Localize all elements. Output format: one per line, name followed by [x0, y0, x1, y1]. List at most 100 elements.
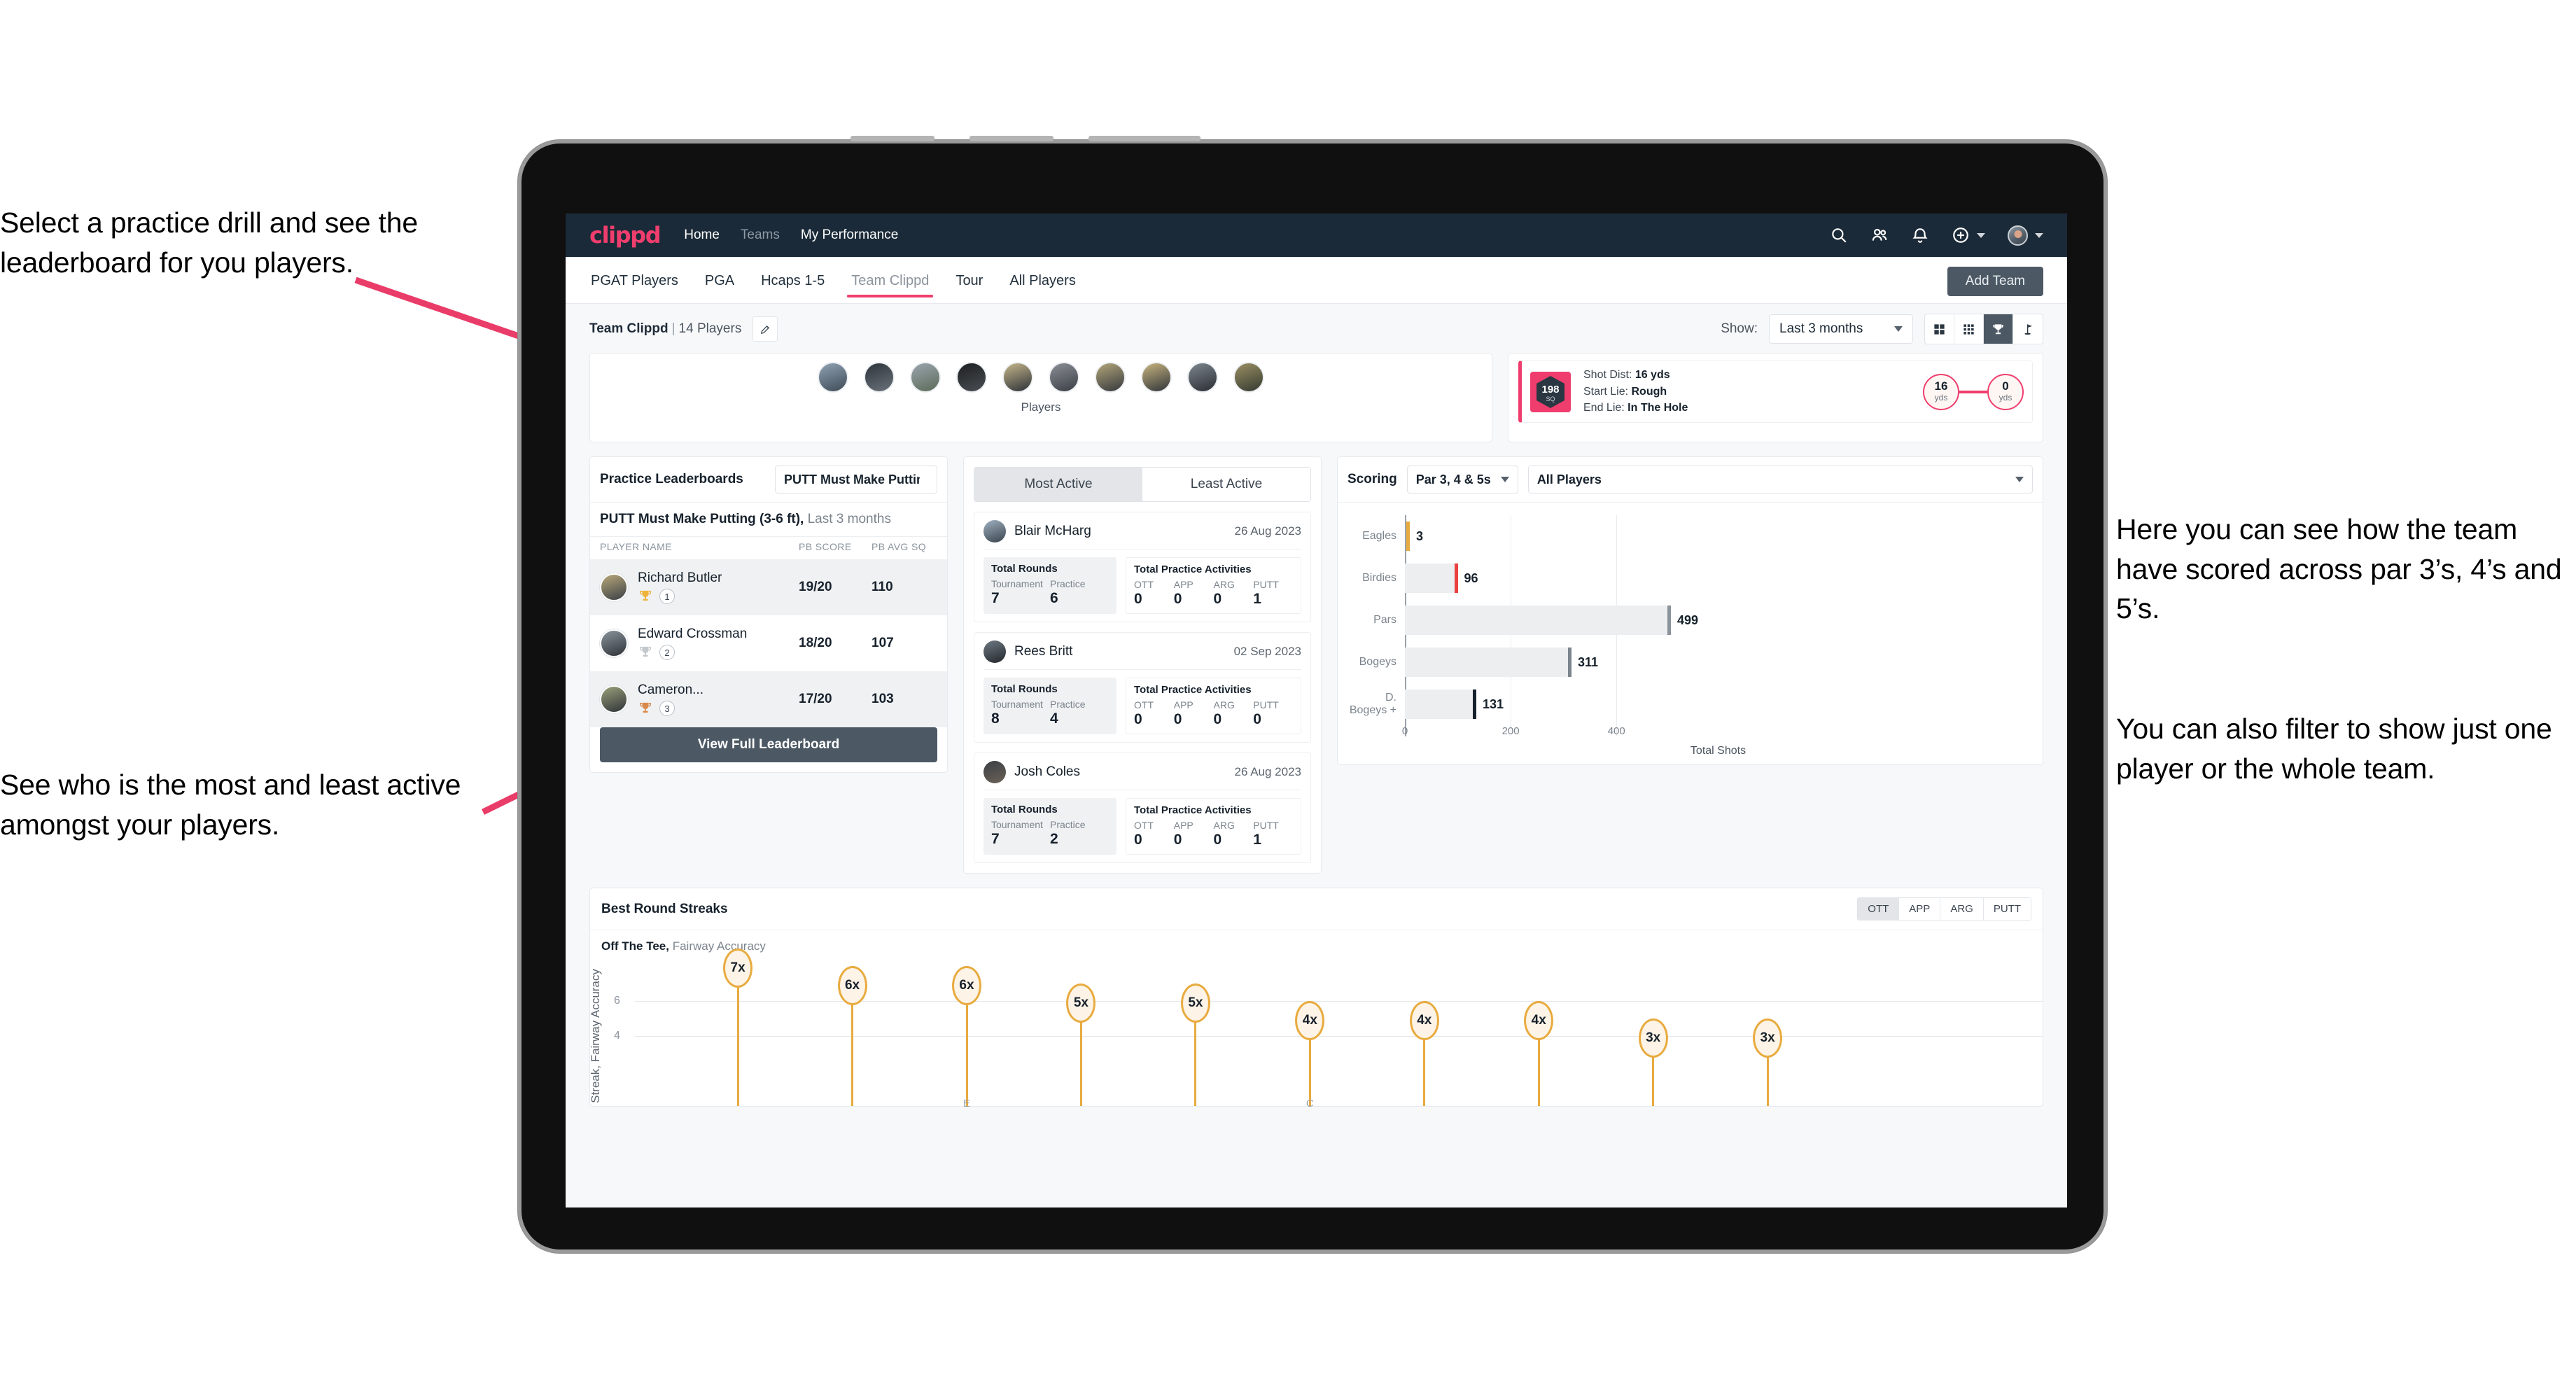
- streak-bubble[interactable]: 5x: [1066, 983, 1096, 1023]
- player-avatar[interactable]: [1095, 362, 1126, 393]
- tab-hcaps-1-5[interactable]: Hcaps 1-5: [760, 259, 826, 302]
- grid-small-icon[interactable]: [1954, 314, 1984, 344]
- view-full-leaderboard-button[interactable]: View Full Leaderboard: [600, 727, 937, 762]
- activity-player-card[interactable]: Rees Britt 02 Sep 2023 Total Rounds Tournam…: [974, 632, 1311, 743]
- bar-value-label: 311: [1577, 654, 1599, 669]
- practice-key: APP: [1173, 820, 1194, 831]
- streak-bubble[interactable]: 4x: [1524, 1001, 1554, 1040]
- streak-bubble[interactable]: 4x: [1409, 1001, 1439, 1040]
- streaks-category-name: Off The Tee,: [601, 939, 669, 953]
- tab-least-active[interactable]: Least Active: [1142, 468, 1310, 501]
- player-avatar[interactable]: [1049, 362, 1079, 393]
- trophy-icon: [640, 590, 651, 601]
- streak-bubble[interactable]: 4x: [1295, 1001, 1325, 1040]
- edit-team-button[interactable]: [752, 316, 778, 342]
- tab-team-clippd[interactable]: Team Clippd: [847, 259, 934, 302]
- nav-item-home[interactable]: Home: [684, 227, 720, 243]
- practice-key: APP: [1173, 699, 1194, 710]
- distance-visual: 16 yds 0 yds: [1923, 373, 2024, 410]
- rounds-value: 7: [991, 590, 1000, 606]
- people-icon[interactable]: [1870, 226, 1889, 244]
- bar-row: Eagles 3: [1349, 515, 2031, 557]
- date-range-select[interactable]: Last 3 months: [1769, 314, 1913, 344]
- bell-icon[interactable]: [1911, 226, 1929, 244]
- leaderboard-row[interactable]: Edward Crossman 2 18/20 107: [590, 615, 947, 671]
- best-round-streaks-card: Best Round Streaks OTT APP ARG PUTT Off …: [589, 888, 2043, 1110]
- tab-pga[interactable]: PGA: [704, 259, 736, 302]
- player-avatar[interactable]: [956, 362, 987, 393]
- grid-large-icon[interactable]: [1925, 314, 1954, 344]
- tab-all-players[interactable]: All Players: [1008, 259, 1077, 302]
- streaks-category-toggle: OTT APP ARG PUTT: [1857, 897, 2031, 920]
- player-avatar[interactable]: [1002, 362, 1033, 393]
- player-name: Blair McHarg: [1014, 524, 1091, 538]
- nav-item-teams[interactable]: Teams: [741, 227, 780, 243]
- screenshot-root: Select a practice drill and see the lead…: [0, 0, 2576, 1386]
- player-avatar[interactable]: [1187, 362, 1218, 393]
- subheader-controls: Show: Last 3 months: [1721, 314, 2043, 344]
- trophy-icon[interactable]: [1984, 314, 2013, 344]
- streak-bubble[interactable]: 3x: [1638, 1018, 1668, 1058]
- rank-badge: 2: [659, 645, 675, 660]
- streak-bubble[interactable]: 6x: [837, 966, 867, 1005]
- distance-connector: [1959, 390, 1987, 393]
- svg-text:SQ: SQ: [1546, 396, 1555, 402]
- chevron-down-icon[interactable]: [1977, 232, 1985, 238]
- bar: [1405, 564, 1458, 593]
- search-icon[interactable]: [1830, 226, 1848, 244]
- date-range-value: Last 3 months: [1779, 321, 1863, 336]
- player-avatar[interactable]: [864, 362, 895, 393]
- tab-tour[interactable]: Tour: [954, 259, 984, 302]
- activity-tabs: Most Active Least Active: [974, 467, 1311, 502]
- total-rounds-box: Total Rounds Tournament 8 Practice 4: [983, 678, 1116, 734]
- drill-select[interactable]: PUTT Must Make Putting ...: [775, 465, 937, 493]
- toggle-app[interactable]: APP: [1899, 898, 1941, 920]
- bar-row: Birdies 96: [1349, 557, 2031, 599]
- practice-value: 0: [1173, 832, 1182, 848]
- par-filter-select[interactable]: Par 3, 4 & 5s: [1406, 465, 1518, 493]
- start-distance-unit: yds: [1934, 392, 1948, 402]
- svg-text:198: 198: [1541, 384, 1559, 396]
- tab-pgat-players[interactable]: PGAT Players: [589, 259, 680, 302]
- bar-category-label: Pars: [1373, 614, 1396, 626]
- chevron-down-icon[interactable]: [2035, 232, 2043, 238]
- streak-bubble[interactable]: 5x: [1180, 983, 1210, 1023]
- plus-circle-icon[interactable]: [1952, 226, 1970, 244]
- bar-category-label: Eagles: [1362, 530, 1396, 542]
- leaderboard-row[interactable]: Richard Butler 1 19/20 110: [590, 559, 947, 615]
- toggle-ott[interactable]: OTT: [1858, 898, 1900, 920]
- player-avatar[interactable]: [910, 362, 941, 393]
- tab-most-active[interactable]: Most Active: [974, 468, 1142, 501]
- player-count: 14 Players: [678, 321, 742, 336]
- flag-icon[interactable]: [2013, 314, 2043, 344]
- streak-bubble[interactable]: 3x: [1753, 1018, 1783, 1058]
- nav-item-my-performance[interactable]: My Performance: [801, 227, 898, 243]
- player-avatar[interactable]: [1141, 362, 1172, 393]
- bar-row: Pars 499: [1349, 599, 2031, 641]
- scoring-card: Scoring Par 3, 4 & 5s All Players Eagles…: [1337, 456, 2043, 765]
- streak-bubble[interactable]: 7x: [723, 948, 753, 988]
- activity-card: Most Active Least Active Blair McHarg 26 …: [963, 456, 1322, 874]
- streak-bubble[interactable]: 6x: [952, 966, 981, 1005]
- activity-player-card[interactable]: Josh Coles 26 Aug 2023 Total Rounds Tournam…: [974, 752, 1311, 863]
- total-practice-box: Total Practice Activities OTT 0 APP 0 ARG 0 PUT…: [1126, 557, 1301, 614]
- player-avatar[interactable]: [1233, 362, 1264, 393]
- pb-score: 17/20: [799, 692, 832, 706]
- par-filter-value: Par 3, 4 & 5s: [1415, 472, 1491, 486]
- col-pb-score: PB SCORE: [799, 541, 852, 552]
- leaderboard-row[interactable]: Cameron... 3 17/20 103: [590, 671, 947, 727]
- add-team-button[interactable]: Add Team: [1947, 267, 2043, 296]
- streaks-subtitle: Off The Tee, Fairway Accuracy: [590, 930, 2043, 953]
- activity-player-card[interactable]: Blair McHarg 26 Aug 2023 Total Rounds Tourn…: [974, 512, 1311, 622]
- activity-date: 26 Aug 2023: [1234, 524, 1301, 538]
- toggle-arg[interactable]: ARG: [1940, 898, 1984, 920]
- clippd-logo[interactable]: clippd: [589, 222, 662, 248]
- player-avatar[interactable]: [818, 362, 848, 393]
- pb-avg-sq: 107: [872, 636, 894, 650]
- toggle-putt[interactable]: PUTT: [1983, 898, 2031, 920]
- player-name: Rees Britt: [1014, 644, 1073, 659]
- team-tabs: PGAT Players PGA Hcaps 1-5 Team Clippd T…: [566, 257, 2067, 303]
- player-filter-select[interactable]: All Players: [1527, 465, 2033, 493]
- avatar[interactable]: [2008, 225, 2028, 246]
- total-rounds-box: Total Rounds Tournament 7 Practice 2: [983, 798, 1116, 855]
